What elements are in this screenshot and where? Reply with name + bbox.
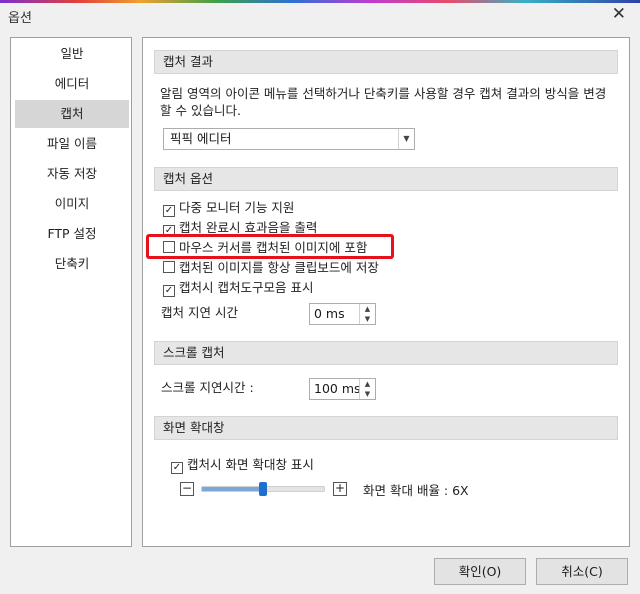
checkbox-show-toolbar[interactable]: ✓ 캡처시 캡처도구모음 표시	[163, 278, 313, 298]
zoom-ratio-label: 화면 확대 배율 : 6X	[363, 483, 469, 498]
checkbox-label: 다중 모니터 기능 지원	[179, 200, 295, 215]
zoom-in-button[interactable]: +	[333, 482, 347, 496]
options-sidebar: 일반 에디터 캡처 파일 이름 자동 저장 이미지 FTP 설정 단축키	[10, 37, 132, 547]
checkbox-icon[interactable]: ✓	[163, 205, 175, 217]
checkbox-icon[interactable]	[163, 261, 175, 273]
sidebar-item-capture[interactable]: 캡처	[15, 100, 129, 128]
section-capture-options: 캡처 옵션	[154, 167, 618, 191]
sidebar-item-editor[interactable]: 에디터	[15, 70, 129, 98]
checkbox-save-clipboard[interactable]: 캡처된 이미지를 항상 클립보드에 저장	[163, 258, 379, 278]
checkbox-multi-monitor[interactable]: ✓ 다중 모니터 기능 지원	[163, 198, 294, 218]
checkbox-icon[interactable]: ✓	[163, 285, 175, 297]
checkbox-show-magnifier[interactable]: ✓ 캡처시 화면 확대창 표시	[171, 455, 314, 475]
checkbox-sound-effect[interactable]: ✓ 캡처 완료시 효과음을 출력	[163, 218, 317, 238]
checkbox-label: 마우스 커서를 캡처된 이미지에 포함	[179, 240, 368, 255]
description-line-1: 알림 영역의 아이콘 메뉴를 선택하거나 단축키를 사용할 경우 캡쳐 결과의 …	[160, 86, 607, 101]
sidebar-item-ftp[interactable]: FTP 설정	[15, 220, 129, 248]
checkbox-icon[interactable]: ✓	[171, 462, 183, 474]
capture-delay-spinbox[interactable]: 0 ms ▲ ▼	[309, 303, 376, 325]
checkbox-label: 캡처 완료시 효과음을 출력	[179, 220, 318, 235]
capture-settings-panel: 캡처 결과 알림 영역의 아이콘 메뉴를 선택하거나 단축키를 사용할 경우 캡…	[142, 37, 630, 547]
zoom-out-button[interactable]: −	[180, 482, 194, 496]
capture-delay-label: 캡처 지연 시간	[161, 305, 238, 320]
checkbox-include-cursor[interactable]: 마우스 커서를 캡처된 이미지에 포함	[163, 238, 367, 258]
checkbox-label: 캡처시 캡처도구모음 표시	[179, 280, 314, 295]
title-bar: 옵션 ✕	[0, 3, 640, 29]
sidebar-item-general[interactable]: 일반	[15, 40, 129, 68]
spin-arrows-icon[interactable]: ▲ ▼	[359, 304, 375, 324]
spinbox-value[interactable]: 0 ms	[314, 306, 345, 321]
scroll-delay-label: 스크롤 지연시간 :	[161, 380, 254, 395]
section-magnifier: 화면 확대창	[154, 416, 618, 440]
description-line-2: 할 수 있습니다.	[160, 103, 241, 118]
close-icon[interactable]: ✕	[612, 4, 626, 24]
ok-button[interactable]: 확인(O)	[434, 558, 526, 585]
sidebar-item-shortcut[interactable]: 단축키	[15, 250, 129, 278]
zoom-slider-fill	[202, 487, 263, 491]
checkbox-label: 캡처시 화면 확대창 표시	[187, 457, 314, 472]
scroll-delay-spinbox[interactable]: 100 ms ▲ ▼	[309, 378, 376, 400]
cancel-button[interactable]: 취소(C)	[536, 558, 628, 585]
sidebar-item-autosave[interactable]: 자동 저장	[15, 160, 129, 188]
zoom-slider-thumb[interactable]	[259, 482, 267, 496]
chevron-down-icon[interactable]: ▼	[398, 129, 414, 149]
spin-arrows-icon[interactable]: ▲ ▼	[359, 379, 375, 399]
section-scroll-capture: 스크롤 캡처	[154, 341, 618, 365]
section-capture-result: 캡처 결과	[154, 50, 618, 74]
sidebar-item-image[interactable]: 이미지	[15, 190, 129, 218]
capture-result-description: 알림 영역의 아이콘 메뉴를 선택하거나 단축키를 사용할 경우 캡쳐 결과의 …	[160, 85, 620, 119]
checkbox-label: 캡처된 이미지를 항상 클립보드에 저장	[179, 260, 379, 275]
select-value: 픽픽 에디터	[170, 131, 232, 146]
capture-result-select[interactable]: 픽픽 에디터 ▼	[163, 128, 415, 150]
sidebar-item-filename[interactable]: 파일 이름	[15, 130, 129, 158]
window-title: 옵션	[8, 11, 32, 26]
spinbox-value[interactable]: 100 ms	[314, 381, 361, 396]
checkbox-icon[interactable]: ✓	[163, 225, 175, 237]
checkbox-icon[interactable]	[163, 241, 175, 253]
